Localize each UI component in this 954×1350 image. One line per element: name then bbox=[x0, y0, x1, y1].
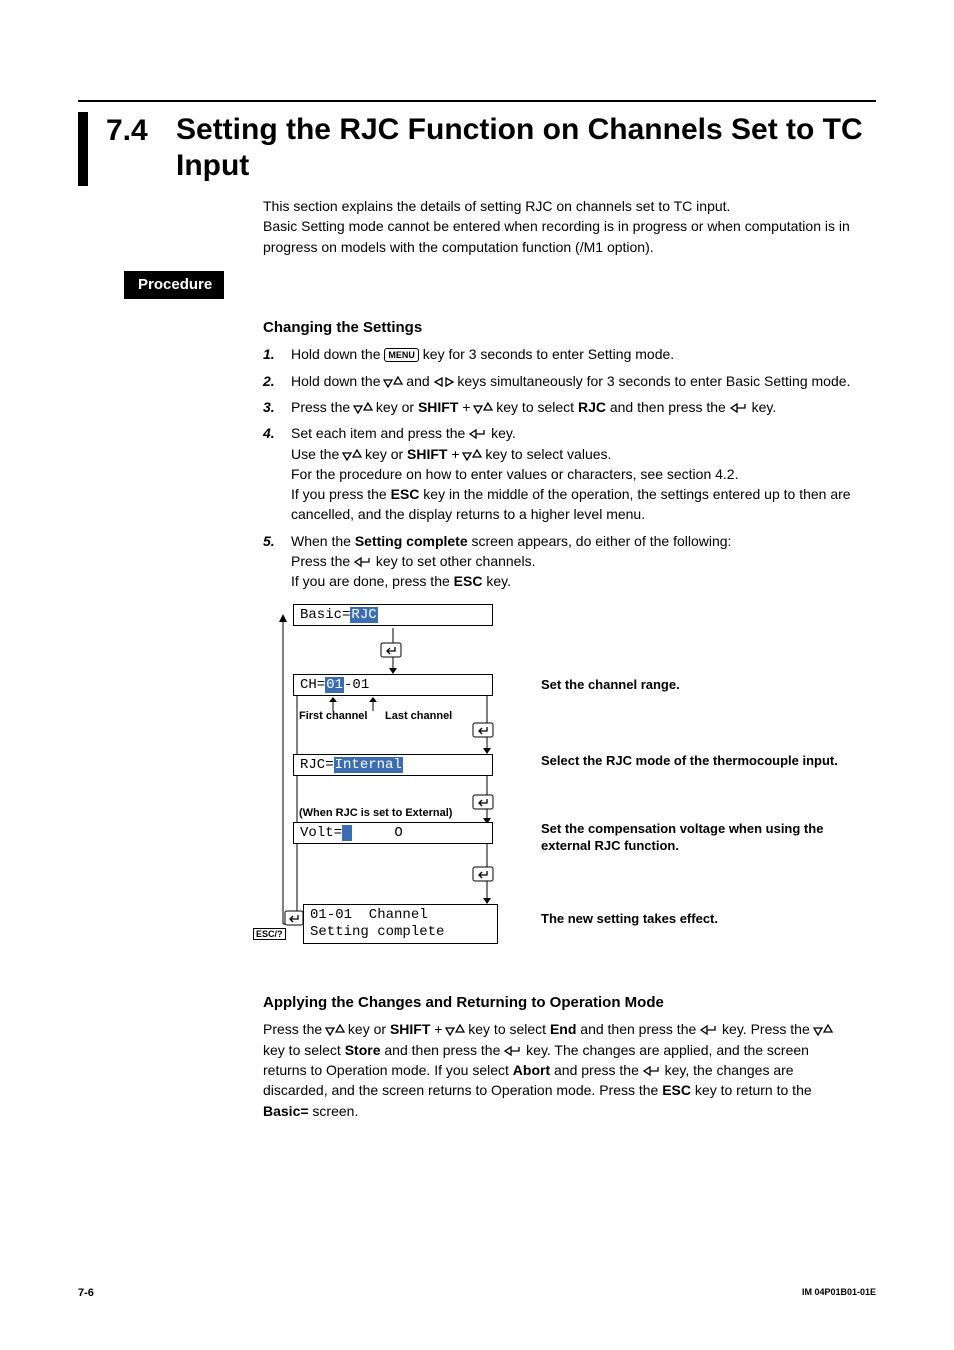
doc-id: IM 04P01B01-01E bbox=[802, 1286, 876, 1302]
esc-key-label: ESC/? bbox=[253, 928, 286, 941]
screen-volt: Volt= O bbox=[293, 822, 493, 844]
applying-changes-text: Press the key or SHIFT + key to select E… bbox=[263, 1019, 856, 1120]
section-marker bbox=[78, 112, 88, 186]
desc-new-setting: The new setting takes effect. bbox=[541, 910, 846, 928]
screen-basic: Basic=RJC bbox=[293, 604, 493, 626]
screen-complete: 01-01 Channel Setting complete bbox=[303, 904, 498, 944]
first-channel-label: First channel bbox=[299, 710, 367, 723]
enter-icon bbox=[473, 794, 493, 808]
enter-icon bbox=[473, 722, 493, 736]
page-number: 7-6 bbox=[78, 1286, 94, 1302]
when-external-label: (When RJC is set to External) bbox=[299, 807, 452, 820]
flow-diagram: Basic=RJC CH=01-01 First channel Last ch… bbox=[263, 604, 523, 974]
section-title: Setting the RJC Function on Channels Set… bbox=[176, 112, 876, 184]
enter-icon bbox=[285, 910, 305, 924]
desc-channel-range: Set the channel range. bbox=[541, 676, 846, 694]
procedure-heading: Procedure bbox=[124, 271, 224, 299]
applying-changes-heading: Applying the Changes and Returning to Op… bbox=[263, 992, 856, 1014]
desc-rjc-mode: Select the RJC mode of the thermocouple … bbox=[541, 752, 846, 770]
screen-rjc: RJC=Internal bbox=[293, 754, 493, 776]
diagram-descriptions: Set the channel range. Select the RJC mo… bbox=[541, 604, 846, 974]
desc-comp-voltage: Set the compensation voltage when using … bbox=[541, 820, 846, 855]
intro-line-2: Basic Setting mode cannot be entered whe… bbox=[263, 216, 856, 257]
screen-ch: CH=01-01 bbox=[293, 674, 493, 696]
intro-line-1: This section explains the details of set… bbox=[263, 196, 856, 216]
changing-settings-heading: Changing the Settings bbox=[263, 317, 856, 339]
enter-icon bbox=[381, 642, 401, 656]
steps-list: 1.Hold down the MENU key for 3 seconds t… bbox=[263, 344, 856, 591]
enter-icon bbox=[473, 866, 493, 880]
section-number: 7.4 bbox=[106, 112, 176, 147]
last-channel-label: Last channel bbox=[385, 710, 452, 723]
